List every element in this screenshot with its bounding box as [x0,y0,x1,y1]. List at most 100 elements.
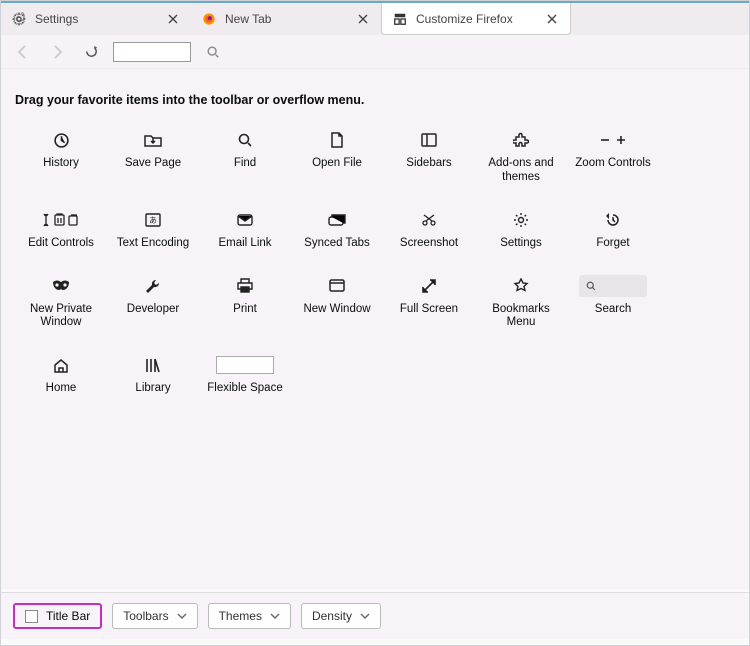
item-edit-controls[interactable]: Edit Controls [15,209,107,251]
mask-icon [51,275,71,297]
wrench-icon [145,275,161,297]
item-label: Library [135,382,170,396]
item-settings-icon[interactable]: Settings [475,209,567,251]
url-bar-placeholder[interactable] [113,42,191,62]
close-icon[interactable] [355,11,371,27]
checkbox-icon[interactable] [25,610,38,623]
item-sidebars[interactable]: Sidebars [383,129,475,185]
close-icon[interactable] [165,11,181,27]
forward-icon[interactable] [45,40,69,64]
item-flexible-space[interactable]: Flexible Space [199,354,291,396]
item-label: Settings [500,237,542,251]
item-label: Save Page [125,157,181,171]
item-home[interactable]: Home [15,354,107,396]
items-grid: History Save Page Find Open File Sidebar… [15,129,735,396]
customize-icon [392,11,408,27]
gear-icon [11,11,27,27]
tabs-icon [328,209,346,231]
item-bookmarks-menu[interactable]: Bookmarks Menu [475,275,567,331]
star-icon [513,275,529,297]
item-label: Home [46,382,77,396]
item-label: Find [234,157,256,171]
item-zoom-controls[interactable]: Zoom Controls [567,129,659,185]
item-print[interactable]: Print [199,275,291,331]
tab-settings[interactable]: Settings [1,3,191,35]
chevron-down-icon [270,613,280,619]
mail-icon [237,209,253,231]
item-label: New Window [303,303,370,317]
chevron-down-icon [177,613,187,619]
history-back-icon [605,209,621,231]
item-save-page[interactable]: Save Page [107,129,199,185]
dropdown-label: Density [312,609,352,623]
item-label: Email Link [218,237,271,251]
fullscreen-icon [422,275,436,297]
close-icon[interactable] [544,11,560,27]
item-new-window[interactable]: New Window [291,275,383,331]
item-label: Sidebars [406,157,451,171]
print-icon [237,275,253,297]
item-addons-themes[interactable]: Add-ons and themes [475,129,567,185]
encoding-icon: あ [145,209,161,231]
folder-down-icon [144,129,162,151]
edit-controls-icon [41,209,81,231]
item-find[interactable]: Find [199,129,291,185]
item-label: New Private Window [17,303,105,331]
item-history[interactable]: History [15,129,107,185]
item-label: Screenshot [400,237,458,251]
item-search[interactable]: Search [567,275,659,331]
nav-toolbar[interactable] [1,35,749,69]
item-email-link[interactable]: Email Link [199,209,291,251]
zoom-icon [599,129,627,151]
item-developer[interactable]: Developer [107,275,199,331]
item-label: Flexible Space [207,382,282,396]
search-icon[interactable] [201,40,225,64]
item-library[interactable]: Library [107,354,199,396]
titlebar-toggle[interactable]: Title Bar [13,603,102,629]
density-dropdown[interactable]: Density [301,603,381,629]
item-label: Print [233,303,257,317]
puzzle-icon [513,129,529,151]
magnify-icon [237,129,253,151]
file-icon [330,129,344,151]
item-open-file[interactable]: Open File [291,129,383,185]
svg-text:あ: あ [149,216,157,225]
item-label: Developer [127,303,179,317]
screenshot-icon [420,209,438,231]
back-icon[interactable] [11,40,35,64]
tab-label: Settings [35,12,157,26]
sidebar-icon [421,129,437,151]
chevron-down-icon [360,613,370,619]
item-label: Open File [312,157,362,171]
item-fullscreen[interactable]: Full Screen [383,275,475,331]
tab-label: Customize Firefox [416,12,536,26]
tab-customize[interactable]: Customize Firefox [381,3,571,35]
firefox-icon [201,11,217,27]
tabs-bar: Settings New Tab Customize Firefox [1,1,749,35]
item-label: Full Screen [400,303,458,317]
item-synced-tabs[interactable]: Synced Tabs [291,209,383,251]
item-label: History [43,157,79,171]
customize-footer: Title Bar Toolbars Themes Density [1,592,749,639]
library-icon [145,354,161,376]
item-screenshot[interactable]: Screenshot [383,209,475,251]
item-forget[interactable]: Forget [567,209,659,251]
home-icon [53,354,69,376]
gear-icon [513,209,529,231]
themes-dropdown[interactable]: Themes [208,603,291,629]
window-icon [329,275,345,297]
item-text-encoding[interactable]: あ Text Encoding [107,209,199,251]
toolbars-dropdown[interactable]: Toolbars [112,603,197,629]
customize-panel: Drag your favorite items into the toolba… [1,69,749,589]
item-label: Add-ons and themes [477,157,565,185]
tab-label: New Tab [225,12,347,26]
dropdown-label: Themes [219,609,262,623]
item-label: Zoom Controls [575,157,650,171]
item-label: Edit Controls [28,237,94,251]
item-private-window[interactable]: New Private Window [15,275,107,331]
instruction-text: Drag your favorite items into the toolba… [15,93,735,107]
tab-new-tab[interactable]: New Tab [191,3,381,35]
titlebar-label: Title Bar [46,609,90,623]
item-label: Bookmarks Menu [477,303,565,331]
reload-icon[interactable] [79,40,103,64]
